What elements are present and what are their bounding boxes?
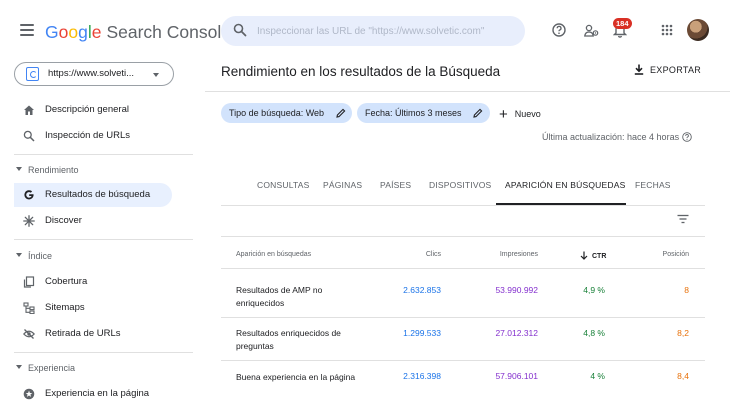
property-selector[interactable]: https://www.solveti...: [14, 62, 174, 86]
sidebar-item-discover[interactable]: Discover: [14, 209, 172, 233]
sidebar-item-resultados-busqueda[interactable]: Resultados de búsqueda: [14, 183, 172, 207]
table-row[interactable]: Resultados de AMP no enriquecidos 2.632.…: [221, 268, 705, 317]
collapse-triangle-icon: [16, 365, 22, 369]
sitemap-icon: [23, 302, 35, 314]
help-icon[interactable]: [682, 132, 692, 142]
help-icon[interactable]: [552, 23, 566, 37]
tab-paginas[interactable]: PÁGINAS: [323, 180, 362, 190]
apps-grid-icon[interactable]: [661, 24, 673, 36]
search-console-logo[interactable]: Google Search Console: [45, 21, 231, 43]
collapse-triangle-icon: [16, 167, 22, 171]
column-header-ctr[interactable]: CTR: [580, 251, 606, 260]
filter-rows-icon[interactable]: [677, 214, 689, 224]
header-divider: [205, 91, 730, 92]
tab-fechas[interactable]: FECHAS: [635, 180, 671, 190]
column-header-appearance[interactable]: Aparición en búsquedas: [236, 251, 311, 258]
property-url: https://www.solveti...: [48, 68, 135, 79]
star-circle-icon: [23, 388, 35, 400]
table-row[interactable]: Buena experiencia en la página 2.316.398…: [221, 360, 705, 406]
column-header-clicks[interactable]: Clics: [380, 251, 441, 258]
copy-icon: [23, 276, 35, 288]
filter-chip-search-type[interactable]: Tipo de búsqueda: Web: [221, 103, 352, 123]
search-icon: [23, 130, 35, 142]
eye-off-icon: [23, 329, 35, 339]
sidebar-divider: [14, 352, 193, 353]
account-avatar[interactable]: [687, 19, 709, 41]
asterisk-icon: [23, 215, 35, 227]
sort-arrow-down-icon: [580, 251, 588, 260]
sidebar-item-cobertura[interactable]: Cobertura: [14, 270, 172, 294]
url-inspection-input[interactable]: [257, 16, 519, 46]
section-experiencia[interactable]: Experiencia: [16, 363, 75, 373]
table-divider: [221, 236, 705, 237]
filter-chip-date[interactable]: Fecha: Últimos 3 meses: [357, 103, 490, 123]
chevron-down-icon: [153, 73, 159, 77]
column-header-impressions[interactable]: Impresiones: [470, 251, 538, 258]
last-update-text: Última actualización: hace 4 horas: [542, 132, 692, 142]
sidebar-item-sitemaps[interactable]: Sitemaps: [14, 296, 172, 320]
table-row[interactable]: Resultados enriquecidos de preguntas 1.2…: [221, 317, 705, 360]
manage-users-icon[interactable]: [584, 24, 600, 38]
property-icon: [26, 67, 39, 81]
sidebar-item-descripcion-general[interactable]: Descripción general: [14, 98, 172, 122]
notification-badge: 184: [613, 18, 632, 29]
download-icon: [634, 64, 644, 75]
section-indice[interactable]: Índice: [16, 251, 52, 261]
export-button[interactable]: EXPORTAR: [634, 64, 701, 75]
edit-pencil-icon[interactable]: [473, 108, 483, 118]
product-name: Search Console: [106, 22, 231, 42]
sidebar-divider: [14, 239, 193, 240]
plus-icon: +: [499, 106, 508, 123]
column-header-position[interactable]: Posición: [640, 251, 689, 258]
google-g-icon: [24, 190, 34, 200]
home-icon: [24, 105, 34, 115]
tabs-divider: [221, 205, 705, 206]
search-icon: [233, 23, 247, 37]
edit-pencil-icon[interactable]: [336, 108, 346, 118]
tab-consultas[interactable]: CONSULTAS: [257, 180, 310, 190]
sidebar-item-experiencia-pagina[interactable]: Experiencia en la página: [14, 382, 172, 406]
sidebar-divider: [14, 154, 193, 155]
page-title: Rendimiento en los resultados de la Búsq…: [221, 64, 501, 79]
tab-aparicion-busquedas[interactable]: APARICIÓN EN BÚSQUEDAS: [505, 180, 625, 190]
sidebar-item-retirada-urls[interactable]: Retirada de URLs: [14, 322, 172, 346]
collapse-triangle-icon: [16, 253, 22, 257]
tab-paises[interactable]: PAÍSES: [380, 180, 411, 190]
tab-dispositivos[interactable]: DISPOSITIVOS: [429, 180, 491, 190]
url-inspection-search[interactable]: [221, 16, 525, 46]
new-filter-button[interactable]: + Nuevo: [499, 106, 541, 123]
top-app-bar: GoogleSearch Console 184: [0, 0, 730, 62]
section-rendimiento[interactable]: Rendimiento: [16, 165, 79, 175]
sidebar-item-inspeccion-urls[interactable]: Inspección de URLs: [14, 124, 172, 148]
sidebar: https://www.solveti... Descripción gener…: [0, 62, 205, 406]
menu-icon[interactable]: [20, 24, 34, 36]
